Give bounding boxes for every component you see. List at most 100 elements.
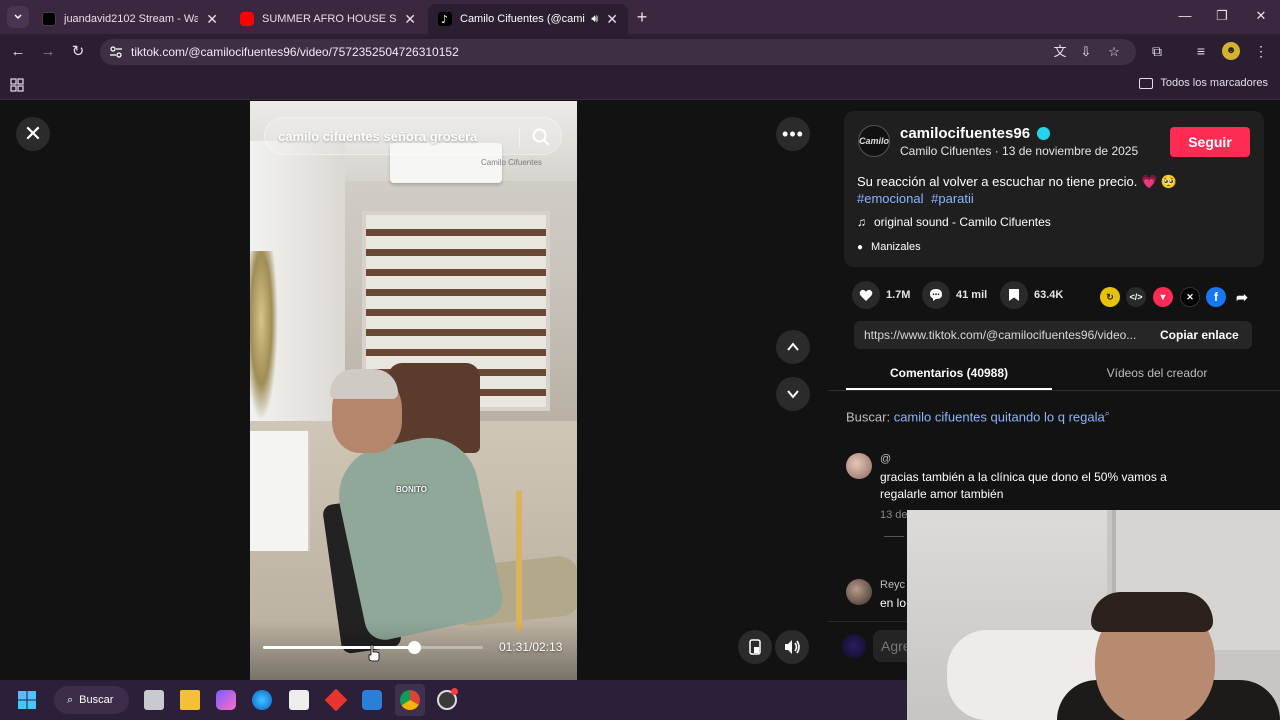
store-icon[interactable] <box>289 690 309 710</box>
omnibox[interactable]: tiktok.com/@camilocifuentes96/video/7572… <box>100 39 1136 65</box>
anydesk-icon[interactable] <box>324 688 348 712</box>
comment-author[interactable]: @ <box>880 453 891 465</box>
hashtag-link[interactable]: #emocional <box>857 191 924 206</box>
minimize-button[interactable]: — <box>1175 8 1195 23</box>
previous-video-button[interactable] <box>776 330 810 364</box>
all-bookmarks-label: Todos los marcadores <box>1160 77 1268 89</box>
divider <box>884 536 904 537</box>
video-watermark: Camilo Cifuentes <box>481 158 542 167</box>
search-suggestion-query[interactable]: camilo cifuentes quitando lo q regala <box>894 409 1105 424</box>
copy-link-button[interactable]: Copiar enlace <box>1160 328 1239 342</box>
avatar <box>842 634 866 658</box>
tab-creator-videos[interactable]: Vídeos del creador <box>1054 366 1260 380</box>
action-bar: 1.7M 41 mil 63.4K ↻ </> ▼ ✕ f ➦ <box>844 277 1264 313</box>
forward-button[interactable]: → <box>38 42 58 62</box>
x-twitter-icon[interactable]: ✕ <box>1180 287 1200 307</box>
video-progress-handle[interactable] <box>407 641 421 654</box>
mouse-cursor-icon <box>368 644 380 662</box>
reload-button[interactable]: ↻ <box>68 42 88 62</box>
chevron-down-icon <box>14 14 22 20</box>
profile-avatar[interactable]: ☻ <box>1222 42 1240 60</box>
close-video-button[interactable]: ✕ <box>16 117 50 151</box>
facebook-icon[interactable]: f <box>1206 287 1226 307</box>
extensions-icon[interactable]: ⧉ <box>1148 42 1166 60</box>
windows-start-icon[interactable] <box>17 690 37 710</box>
hashtags: #emocional #paratii <box>857 191 978 206</box>
speaker-icon[interactable]: 🔊︎ <box>591 13 598 26</box>
volume-button[interactable] <box>775 630 809 664</box>
creator-meta: Camilo Cifuentes · 13 de noviembre de 20… <box>900 144 1139 158</box>
close-tab-icon[interactable]: ✕ <box>206 11 218 28</box>
likes-count: 1.7M <box>886 289 911 301</box>
creator-username[interactable]: camilocifuentes96 <box>900 125 1030 142</box>
apps-grid-icon[interactable] <box>10 78 24 92</box>
install-app-icon[interactable]: ⇩ <box>1078 44 1094 60</box>
recording-indicator <box>451 688 458 695</box>
avatar[interactable] <box>846 579 872 605</box>
svg-text:♪: ♪ <box>441 13 448 26</box>
share-link-text[interactable]: https://www.tiktok.com/@camilocifuentes9… <box>864 328 1146 342</box>
send-to-friend-icon[interactable]: ▼ <box>1153 287 1173 307</box>
browser-tab-youtube[interactable]: SUMMER AFRO HOUSE Sunset ✕ <box>230 4 426 34</box>
menu-icon[interactable]: ⋮ <box>1252 42 1270 60</box>
avatar[interactable] <box>846 453 872 479</box>
chrome-icon[interactable] <box>400 690 420 710</box>
music-note-icon: ♫ <box>857 215 866 229</box>
comment-bubble-icon <box>930 289 942 301</box>
share-link-box: https://www.tiktok.com/@camilocifuentes9… <box>854 321 1252 349</box>
close-tab-icon[interactable]: ✕ <box>606 11 618 28</box>
translate-icon[interactable]: 文 <box>1052 44 1068 60</box>
verified-badge-icon <box>1037 127 1050 140</box>
panel-tabs: Comentarios (40988) Vídeos del creador <box>828 359 1280 391</box>
tab-search-button[interactable] <box>7 6 29 28</box>
taskbar-search[interactable]: ⌕ Buscar <box>54 686 129 714</box>
next-video-button[interactable] <box>776 377 810 411</box>
video-search-bar[interactable]: camilo cifuentes señora grosera <box>264 117 562 155</box>
music-row[interactable]: ♫ original sound - Camilo Cifuentes <box>857 215 1051 229</box>
back-button[interactable]: ← <box>8 42 28 62</box>
media-control-icon[interactable]: ≡ <box>1192 42 1210 60</box>
mail-icon[interactable] <box>362 690 382 710</box>
site-info-icon[interactable] <box>109 45 123 59</box>
tab-comments[interactable]: Comentarios (40988) <box>846 366 1052 380</box>
music-label: original sound - Camilo Cifuentes <box>874 215 1051 229</box>
floating-player-button[interactable] <box>738 630 772 664</box>
more-options-button[interactable]: ••• <box>776 117 810 151</box>
youtube-favicon-icon <box>240 12 254 26</box>
save-button[interactable]: 63.4K <box>1000 281 1063 309</box>
file-explorer-icon[interactable] <box>180 690 200 710</box>
share-arrow-icon[interactable]: ➦ <box>1232 287 1252 307</box>
embed-code-icon[interactable]: </> <box>1126 287 1146 307</box>
chevron-down-icon <box>787 390 799 399</box>
all-bookmarks-button[interactable]: Todos los marcadores <box>1139 77 1268 89</box>
search-suggestion-prefix: Buscar: <box>846 409 891 425</box>
copilot-icon[interactable] <box>216 690 236 710</box>
edge-icon[interactable] <box>252 690 272 710</box>
like-button[interactable]: 1.7M <box>852 281 910 309</box>
video-player[interactable]: camilo cifuentes señora grosera Camilo C… <box>250 101 577 680</box>
heart-icon <box>859 289 873 301</box>
repost-icon[interactable]: ↻ <box>1100 287 1120 307</box>
restore-button[interactable]: ❐ <box>1212 8 1232 24</box>
new-tab-button[interactable]: + <box>632 6 652 28</box>
location-pin-icon: ● <box>857 241 864 253</box>
browser-tab-stream[interactable]: juandavid2102 Stream - Watch ✕ <box>32 4 228 34</box>
task-view-icon[interactable] <box>144 690 164 710</box>
comment-author[interactable]: Reyc <box>880 579 905 591</box>
avatar[interactable]: Camilo <box>858 125 890 157</box>
window-close-button[interactable]: ✕ <box>1251 8 1271 24</box>
comment-text: gracias también a la clínica que dono el… <box>880 470 1167 501</box>
comments-button[interactable]: 41 mil <box>922 281 987 309</box>
video-time: 01:31/02:13 <box>499 640 563 654</box>
stream-favicon-icon <box>42 12 56 26</box>
close-tab-icon[interactable]: ✕ <box>404 11 416 28</box>
bookmark-star-icon[interactable]: ☆ <box>1106 44 1122 60</box>
search-suggestion[interactable]: Buscar: camilo cifuentes quitando lo q r… <box>846 408 1110 424</box>
hashtag-link[interactable]: #paratii <box>931 191 974 206</box>
search-icon[interactable] <box>531 127 551 147</box>
ellipsis-icon: ••• <box>782 123 804 144</box>
browser-tab-tiktok[interactable]: ♪ Camilo Cifuentes (@camilo 🔊︎ ✕ <box>428 4 628 34</box>
taskbar-search-label: Buscar <box>79 694 114 706</box>
follow-button[interactable]: Seguir <box>1170 127 1250 157</box>
location-badge[interactable]: ● Manizales <box>857 241 921 253</box>
